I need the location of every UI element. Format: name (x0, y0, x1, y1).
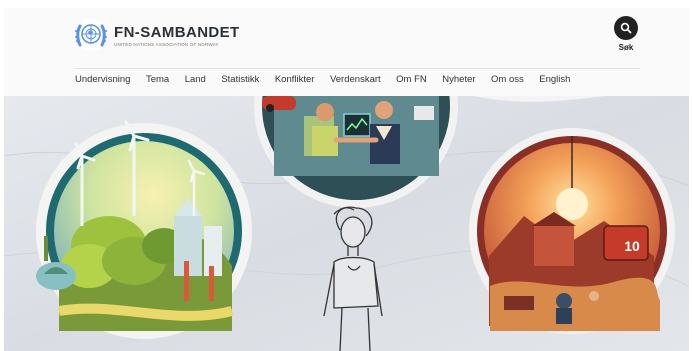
site-logo[interactable]: FN-SAMBANDET UNITED NATIONS ASSOCIATION … (74, 18, 240, 52)
city-sunset-scene-illustration: 10 (469, 128, 675, 334)
nav-item-land[interactable]: Land (185, 74, 206, 85)
nav-item-nyheter[interactable]: Nyheter (442, 74, 475, 85)
search-button[interactable]: Søk (612, 16, 640, 52)
nav-item-undervisning[interactable]: Undervisning (75, 74, 130, 85)
nav-item-om-oss[interactable]: Om oss (491, 74, 524, 85)
page: FN-SAMBANDET UNITED NATIONS ASSOCIATION … (4, 8, 689, 351)
hero-illustration: 10 (4, 96, 689, 351)
un-emblem-icon (75, 19, 107, 51)
badge-number: 10 (624, 238, 640, 254)
nav-item-english[interactable]: English (539, 74, 570, 85)
site-tagline: UNITED NATIONS ASSOCIATION OF NORWAY (114, 41, 219, 47)
nav-item-tema[interactable]: Tema (146, 74, 169, 85)
main-nav: Undervisning Tema Land Statistikk Konfli… (75, 74, 586, 85)
nav-item-statistikk[interactable]: Statistikk (221, 74, 259, 85)
green-energy-scene-illustration (36, 120, 252, 339)
search-icon[interactable] (614, 16, 638, 40)
nav-item-om-fn[interactable]: Om FN (396, 74, 427, 85)
header-divider (74, 68, 640, 69)
search-label[interactable]: Søk (612, 43, 640, 52)
site-header: FN-SAMBANDET UNITED NATIONS ASSOCIATION … (4, 8, 689, 96)
nav-item-verdenskart[interactable]: Verdenskart (330, 74, 381, 85)
nav-item-konflikter[interactable]: Konflikter (275, 74, 315, 85)
site-name: FN-SAMBANDET (114, 23, 240, 41)
